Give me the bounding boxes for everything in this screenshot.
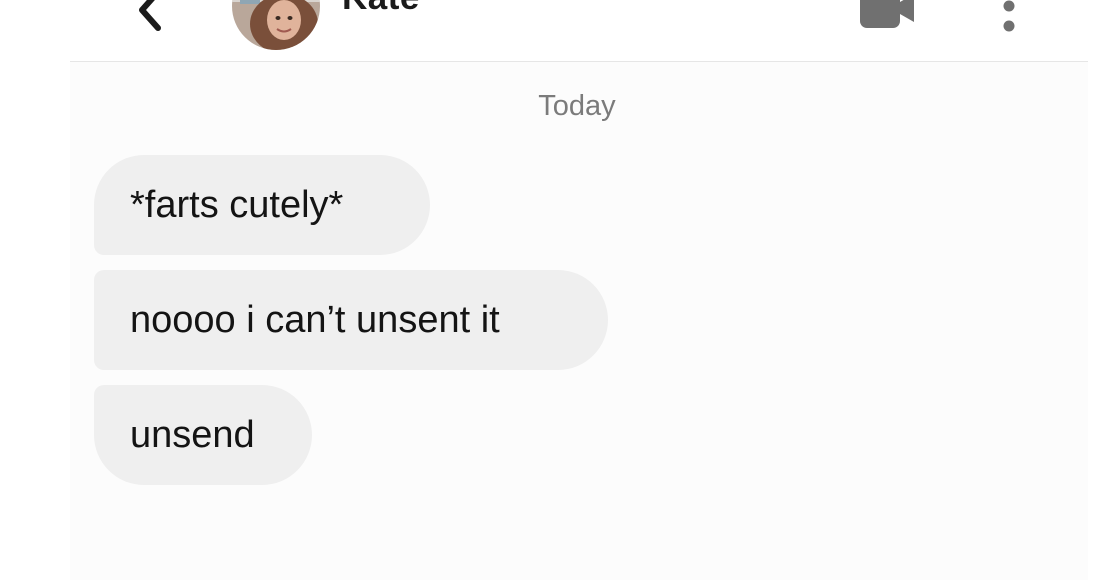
more-options-button[interactable] (996, 0, 1022, 36)
video-call-button[interactable] (856, 0, 918, 32)
right-margin (1088, 0, 1114, 580)
avatar-photo (232, 0, 320, 50)
chat-header: Kate (70, 0, 1088, 62)
more-vertical-icon (1003, 0, 1015, 32)
contact-name[interactable]: Kate (342, 0, 420, 18)
back-button[interactable] (130, 0, 170, 36)
video-camera-icon (860, 0, 914, 28)
chevron-left-icon (139, 0, 161, 31)
chat-screen: Kate Today *farts cutely* noooo i can’t … (0, 0, 1114, 580)
message-bubble[interactable]: *farts cutely* (94, 155, 430, 255)
message-bubble[interactable]: noooo i can’t unsent it (94, 270, 608, 370)
contact-avatar[interactable] (232, 0, 320, 50)
date-separator: Today (538, 90, 616, 122)
left-margin (0, 0, 70, 580)
message-bubble[interactable]: unsend (94, 385, 312, 485)
